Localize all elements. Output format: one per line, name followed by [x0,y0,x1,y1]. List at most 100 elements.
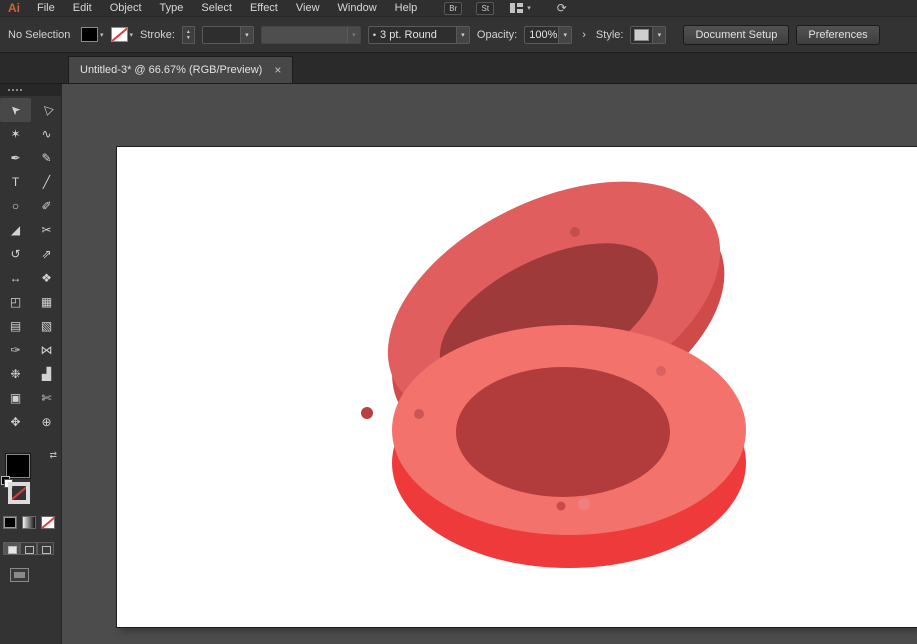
screen-mode-row [10,568,29,587]
tools-grid: ➤ ▷ ✶ ∿ ✒ ✎ T ╱ ○ ✐ ◢ ✂ ↺ ⇗ ↔ ❖ ◰ ▦ ▤ ▧ … [0,98,62,434]
back-cell-dot[interactable] [570,227,580,237]
pencil-tool[interactable]: ✐ [31,194,62,218]
perspective-grid-tool[interactable]: ▦ [31,290,62,314]
preferences-button[interactable]: Preferences [796,25,879,45]
direct-selection-tool[interactable]: ▷ [31,98,62,122]
zoom-tool[interactable]: ⊕ [31,410,62,434]
menu-help[interactable]: Help [386,2,427,14]
chevron-down-icon[interactable]: ▾ [240,27,253,43]
opacity-label[interactable]: Opacity: [477,29,517,41]
front-cell-inner[interactable] [456,367,670,497]
rotate-tool[interactable]: ↺ [0,242,31,266]
menu-window[interactable]: Window [329,2,386,14]
bottom-large-dot[interactable] [578,498,590,510]
menu-edit[interactable]: Edit [64,2,101,14]
canvas-area[interactable] [62,84,917,644]
menu-type[interactable]: Type [151,2,193,14]
stroke-color-control[interactable]: ▾ [111,27,134,42]
bridge-button[interactable]: Br [444,2,462,15]
chevron-down-icon[interactable]: ▾ [558,27,571,43]
stroke-indicator[interactable] [8,482,30,504]
fill-color-control[interactable]: ▾ [81,27,104,42]
fill-swatch[interactable] [81,27,98,42]
menu-file[interactable]: File [28,2,64,14]
brush-preview-icon: • [369,30,376,40]
menu-select[interactable]: Select [192,2,241,14]
pen-tool[interactable]: ✒ [0,146,31,170]
panel-grip[interactable] [0,84,61,96]
draw-behind-button[interactable] [20,542,37,555]
stroke-label[interactable]: Stroke: [140,29,175,41]
chevron-down-icon[interactable]: ▾ [456,27,469,43]
scale-tool[interactable]: ⇗ [31,242,62,266]
chevron-down-icon: ▾ [527,4,531,12]
width-tool[interactable]: ↔ [0,266,31,290]
left-inner-dot[interactable] [414,409,424,419]
style-select[interactable]: ▾ [630,26,666,44]
blend-tool-icon: ⋈ [41,343,53,357]
magic-wand-tool-icon: ✶ [10,127,20,141]
close-icon[interactable]: × [274,63,281,77]
slice-tool-icon: ✄ [41,391,51,405]
hand-tool[interactable]: ✥ [0,410,31,434]
stroke-width-select[interactable]: ▾ [202,26,254,44]
opacity-flyout-icon[interactable]: › [579,29,589,41]
scissors-tool[interactable]: ✂ [31,218,62,242]
document-setup-button[interactable]: Document Setup [683,25,789,45]
slice-tool[interactable]: ✄ [31,386,62,410]
type-tool[interactable]: T [0,170,31,194]
artboard-tool[interactable]: ▣ [0,386,31,410]
mesh-tool[interactable]: ▤ [0,314,31,338]
chevron-down-icon[interactable]: ▾ [652,27,665,43]
eyedropper-tool[interactable]: ✑ [0,338,31,362]
symbol-sprayer-tool[interactable]: ❉ [0,362,31,386]
pen-tool-icon: ✒ [10,151,20,165]
stepper-down-icon[interactable]: ▼ [186,35,191,41]
draw-normal-button[interactable] [3,542,20,555]
opacity-select[interactable]: 100% ▾ [524,26,572,44]
stroke-swatch[interactable] [111,27,128,42]
chevron-down-icon[interactable]: ▾ [100,31,104,39]
menu-effect[interactable]: Effect [241,2,287,14]
screen-mode-button[interactable] [10,568,29,582]
blend-tool[interactable]: ⋈ [31,338,62,362]
gradient-button[interactable] [22,516,36,529]
column-graph-tool-icon: ▟ [42,367,51,381]
paintbrush-tool[interactable]: ✎ [31,146,62,170]
brush-definition-select[interactable]: • 3 pt. Round ▾ [368,26,470,44]
swap-fill-stroke-icon[interactable]: ⇄ [49,450,57,461]
line-segment-tool[interactable]: ╱ [31,170,62,194]
left-outer-dot[interactable] [361,407,373,419]
artwork-canvas[interactable] [117,147,917,627]
style-label[interactable]: Style: [596,29,624,41]
gradient-tool[interactable]: ▧ [31,314,62,338]
workspace-switcher[interactable]: ▾ [510,3,531,13]
hand-tool-icon: ✥ [10,415,20,429]
sync-icon[interactable]: ⟳ [557,1,567,15]
color-mode-row [3,516,55,529]
magic-wand-tool[interactable]: ✶ [0,122,31,146]
bottom-small-dot[interactable] [557,502,566,511]
menu-view[interactable]: View [287,2,329,14]
color-button[interactable] [3,516,17,529]
artboard[interactable] [117,147,917,627]
none-button[interactable] [41,516,55,529]
selection-tool[interactable]: ➤ [0,98,31,122]
shape-builder-tool[interactable]: ◰ [0,290,31,314]
eraser-tool[interactable]: ◢ [0,218,31,242]
stock-button[interactable]: St [476,2,494,15]
column-graph-tool[interactable]: ▟ [31,362,62,386]
menu-object[interactable]: Object [101,2,151,14]
free-transform-tool[interactable]: ❖ [31,266,62,290]
lasso-tool-icon: ∿ [41,127,51,141]
fill-stroke-indicator: ⇄ [0,450,62,512]
chevron-down-icon[interactable]: ▾ [130,31,134,39]
stroke-width-stepper[interactable]: ▲ ▼ [182,26,195,44]
draw-inside-button[interactable] [37,542,54,555]
lasso-tool[interactable]: ∿ [31,122,62,146]
right-face-dot[interactable] [656,366,666,376]
ellipse-tool[interactable]: ○ [0,194,31,218]
app-logo[interactable]: Ai [0,1,28,15]
document-tab[interactable]: Untitled-3* @ 66.67% (RGB/Preview) × [68,56,293,83]
document-tab-bar: Untitled-3* @ 66.67% (RGB/Preview) × [0,53,917,84]
